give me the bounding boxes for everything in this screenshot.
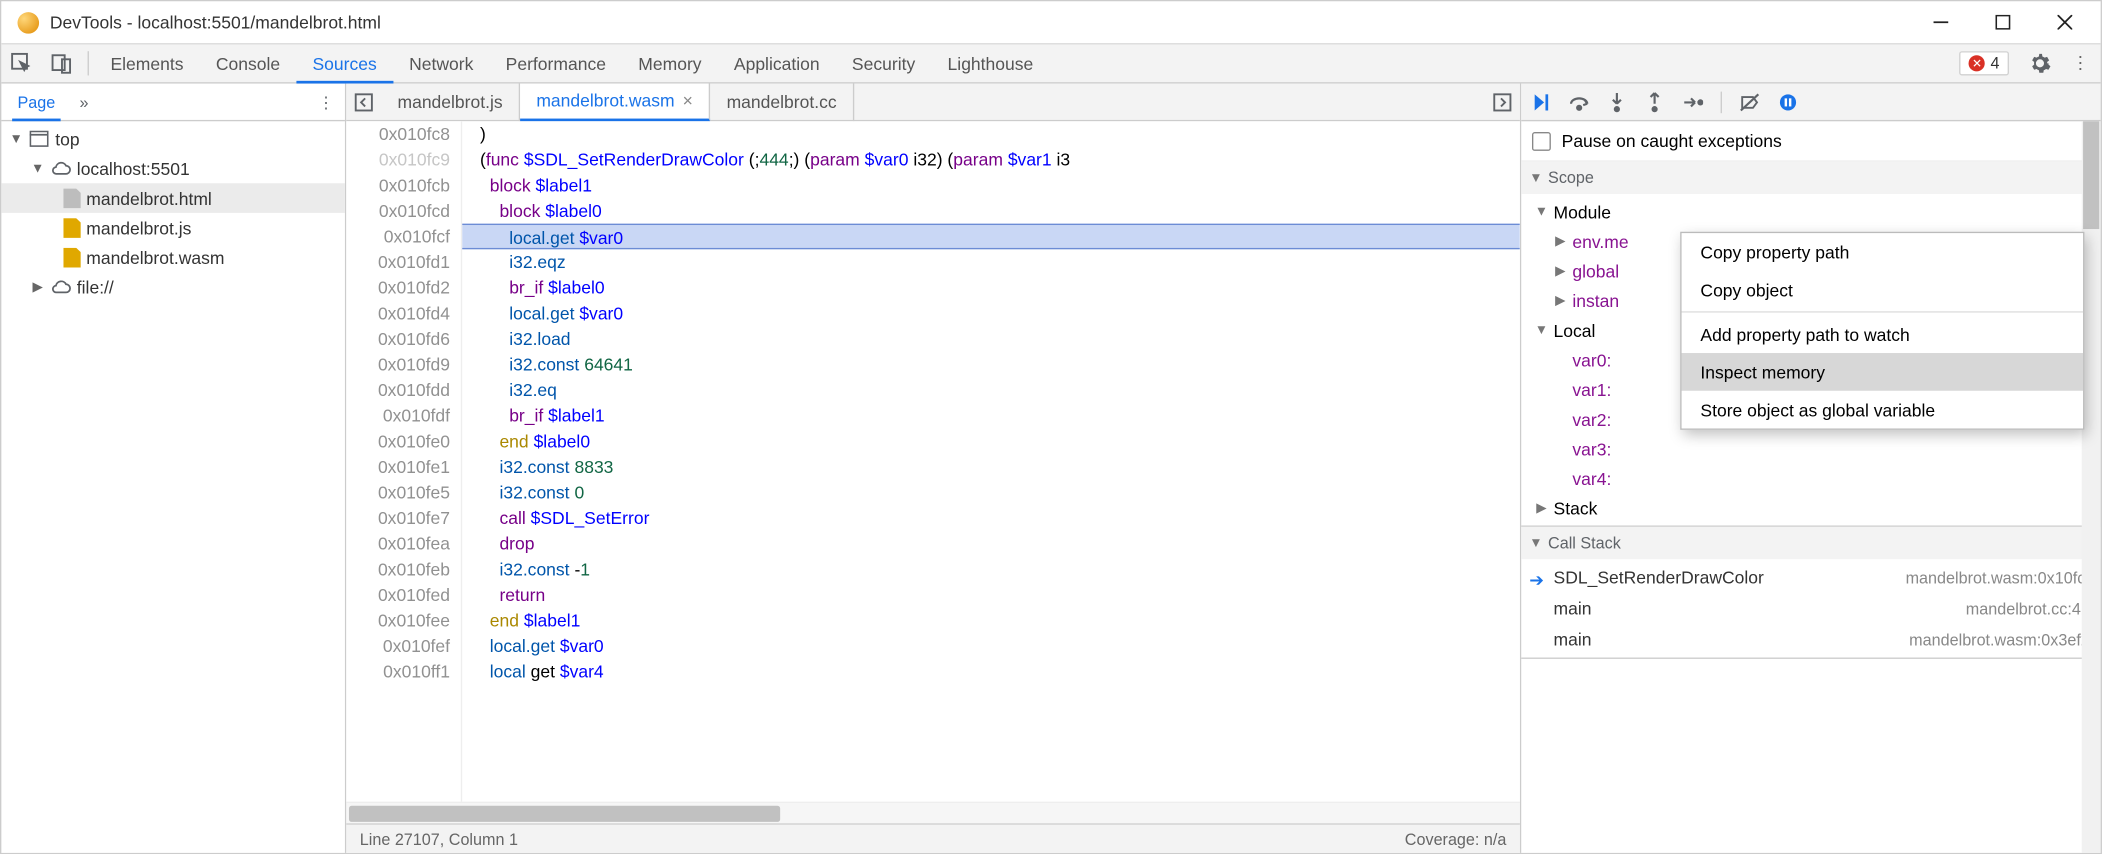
inspect-element-icon[interactable] (1, 44, 41, 83)
close-tab-icon[interactable]: × (683, 90, 693, 110)
error-count-badge[interactable]: ✕ 4 (1960, 51, 2009, 75)
tree-host[interactable]: ▼localhost:5501 (1, 154, 345, 184)
menu-add-watch[interactable]: Add property path to watch (1682, 315, 2084, 353)
tab-memory[interactable]: Memory (622, 44, 718, 83)
callstack-header[interactable]: ▼Call Stack (1521, 527, 2100, 559)
pause-exceptions-row: Pause on caught exceptions (1521, 121, 2100, 161)
settings-gear-icon[interactable] (2020, 44, 2060, 83)
step-out-icon[interactable] (1642, 90, 1666, 114)
scope-module[interactable]: ▼Module (1521, 197, 2100, 227)
tab-sources[interactable]: Sources (296, 44, 393, 83)
nav-forward-icon[interactable] (1485, 92, 1520, 111)
menu-inspect-memory[interactable]: Inspect memory (1682, 353, 2084, 391)
scope-local-var[interactable]: var3: (1521, 434, 2100, 464)
context-menu: Copy property path Copy object Add prope… (1680, 232, 2084, 430)
navigator-header: Page » ⋮ (1, 84, 345, 122)
cloud-icon (50, 158, 72, 180)
callstack-frame[interactable]: main mandelbrot.cc:41 (1521, 593, 2100, 624)
debugger-toolbar (1521, 84, 2100, 122)
window-close-button[interactable] (2033, 1, 2095, 43)
favicon-icon (18, 11, 40, 33)
cursor-position: Line 27107, Column 1 (360, 829, 518, 848)
kebab-menu-icon[interactable]: ⋮ (2060, 44, 2100, 83)
code-editor[interactable]: 0x010fc80x010fc90x010fcb0x010fcd0x010fcf… (346, 121, 1520, 801)
callstack-frame[interactable]: main mandelbrot.wasm:0x3ef2 (1521, 624, 2100, 655)
editor-tab-wasm[interactable]: mandelbrot.wasm× (520, 83, 710, 121)
frame-icon (28, 128, 50, 150)
devtools-tab-strip: Elements Console Sources Network Perform… (1, 44, 2100, 83)
deactivate-breakpoints-icon[interactable] (1738, 90, 1762, 114)
error-icon: ✕ (1969, 55, 1985, 71)
tab-lighthouse[interactable]: Lighthouse (931, 44, 1049, 83)
debugger-panel: Pause on caught exceptions ▼Scope ▼Modul… (1521, 84, 2100, 853)
editor-status-bar: Line 27107, Column 1 Coverage: n/a (346, 823, 1520, 853)
scope-header[interactable]: ▼Scope (1521, 162, 2100, 194)
step-over-icon[interactable] (1567, 90, 1591, 114)
menu-copy-property-path[interactable]: Copy property path (1682, 233, 2084, 271)
window-minimize-button[interactable] (1909, 1, 1971, 43)
tab-security[interactable]: Security (836, 44, 932, 83)
scrollbar-thumb[interactable] (349, 806, 780, 822)
resume-icon[interactable] (1529, 90, 1553, 114)
editor-panel: mandelbrot.js mandelbrot.wasm× mandelbro… (346, 84, 1521, 853)
tree-file-scheme[interactable]: ▶file:// (1, 272, 345, 302)
device-toolbar-icon[interactable] (42, 44, 82, 83)
tree-file-html[interactable]: mandelbrot.html (1, 183, 345, 213)
file-icon (63, 247, 81, 267)
step-icon[interactable] (1680, 90, 1704, 114)
scrollbar-thumb[interactable] (2083, 121, 2099, 229)
file-tree: ▼top ▼localhost:5501 mandelbrot.html man… (1, 121, 345, 302)
pause-caught-checkbox[interactable] (1532, 131, 1551, 150)
editor-tab-strip: mandelbrot.js mandelbrot.wasm× mandelbro… (346, 84, 1520, 122)
tab-performance[interactable]: Performance (490, 44, 623, 83)
callstack-frame[interactable]: ➔ SDL_SetRenderDrawColor mandelbrot.wasm… (1521, 562, 2100, 593)
current-frame-icon: ➔ (1529, 570, 1544, 592)
tree-top[interactable]: ▼top (1, 124, 345, 154)
devtools-window: DevTools - localhost:5501/mandelbrot.htm… (0, 0, 2102, 854)
navigator-kebab-icon[interactable]: ⋮ (318, 92, 334, 111)
main-content: Page » ⋮ ▼top ▼localhost:5501 mandelbrot… (1, 84, 2100, 853)
more-tabs-icon[interactable]: » (80, 92, 89, 111)
file-icon (63, 218, 81, 238)
menu-copy-object[interactable]: Copy object (1682, 271, 2084, 309)
tab-elements[interactable]: Elements (94, 44, 199, 83)
tab-network[interactable]: Network (393, 44, 490, 83)
error-count: 4 (1991, 54, 2000, 73)
pause-caught-label: Pause on caught exceptions (1562, 131, 1782, 151)
file-icon (63, 188, 81, 208)
nav-back-icon[interactable] (346, 92, 381, 111)
tab-console[interactable]: Console (200, 44, 297, 83)
step-into-icon[interactable] (1605, 90, 1629, 114)
code-content: ) (func $SDL_SetRenderDrawColor (;444;) … (462, 121, 1520, 801)
tab-application[interactable]: Application (718, 44, 836, 83)
title-bar: DevTools - localhost:5501/mandelbrot.htm… (1, 1, 2100, 44)
separator (88, 51, 89, 75)
separator (1721, 91, 1722, 113)
callstack-section: ▼Call Stack ➔ SDL_SetRenderDrawColor man… (1521, 527, 2100, 659)
tree-file-wasm[interactable]: mandelbrot.wasm (1, 243, 345, 273)
horizontal-scrollbar[interactable] (346, 802, 1520, 824)
window-title: DevTools - localhost:5501/mandelbrot.htm… (50, 12, 1909, 32)
vertical-scrollbar[interactable] (2082, 121, 2101, 853)
menu-store-global[interactable]: Store object as global variable (1682, 391, 2084, 429)
editor-tab-js[interactable]: mandelbrot.js (381, 83, 520, 121)
tree-file-js[interactable]: mandelbrot.js (1, 213, 345, 243)
scope-stack[interactable]: ▶Stack (1521, 493, 2100, 523)
address-gutter: 0x010fc80x010fc90x010fcb0x010fcd0x010fcf… (346, 121, 462, 801)
menu-separator (1682, 311, 2084, 312)
coverage-status: Coverage: n/a (1405, 829, 1507, 848)
pause-on-exceptions-icon[interactable] (1776, 90, 1800, 114)
editor-tab-cc[interactable]: mandelbrot.cc (710, 83, 854, 121)
file-navigator: Page » ⋮ ▼top ▼localhost:5501 mandelbrot… (1, 84, 346, 853)
cloud-icon (50, 276, 72, 298)
scope-local-var[interactable]: var4: (1521, 464, 2100, 494)
page-tab[interactable]: Page (12, 83, 61, 121)
window-maximize-button[interactable] (1971, 1, 2033, 43)
